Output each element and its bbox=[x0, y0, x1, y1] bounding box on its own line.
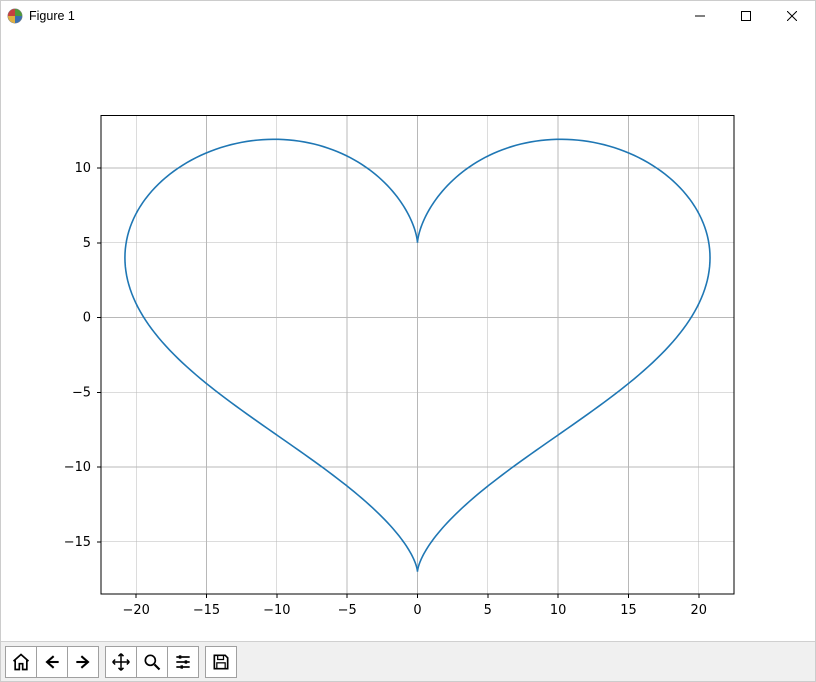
x-tick-label: 10 bbox=[550, 603, 566, 618]
forward-button[interactable] bbox=[67, 646, 99, 678]
x-tick-label: −20 bbox=[123, 603, 150, 618]
window-controls bbox=[677, 1, 815, 31]
maximize-button[interactable] bbox=[723, 1, 769, 31]
x-tick-label: 5 bbox=[484, 603, 492, 618]
x-tick-label: 20 bbox=[691, 603, 707, 618]
x-tick-label: −15 bbox=[193, 603, 220, 618]
x-tick-label: −5 bbox=[338, 603, 357, 618]
y-tick-label: −15 bbox=[64, 535, 91, 550]
x-tick-label: −10 bbox=[263, 603, 290, 618]
close-button[interactable] bbox=[769, 1, 815, 31]
save-button[interactable] bbox=[205, 646, 237, 678]
figure-window: Figure 1 −20 −15 −10 −5 0 5 10 15 20 −15 −10 −5 0 5 10 bbox=[0, 0, 816, 682]
home-button[interactable] bbox=[5, 646, 37, 678]
y-tick-label: −5 bbox=[72, 385, 91, 400]
window-title: Figure 1 bbox=[29, 9, 75, 23]
plot-area[interactable]: −20 −15 −10 −5 0 5 10 15 20 −15 −10 −5 0 5 10 bbox=[1, 31, 815, 641]
zoom-button[interactable] bbox=[136, 646, 168, 678]
minimize-button[interactable] bbox=[677, 1, 723, 31]
y-tick-label: −10 bbox=[64, 460, 91, 475]
navigation-toolbar bbox=[1, 641, 815, 681]
configure-button[interactable] bbox=[167, 646, 199, 678]
chart-canvas[interactable]: −20 −15 −10 −5 0 5 10 15 20 −15 −10 −5 0 5 10 bbox=[1, 31, 815, 641]
x-tick-label: 0 bbox=[413, 603, 421, 618]
pan-button[interactable] bbox=[105, 646, 137, 678]
y-tick-label: 5 bbox=[83, 236, 91, 251]
x-tick-label: 15 bbox=[620, 603, 636, 618]
app-icon bbox=[7, 8, 23, 24]
back-button[interactable] bbox=[36, 646, 68, 678]
title-bar: Figure 1 bbox=[1, 1, 815, 31]
y-tick-label: 0 bbox=[83, 311, 91, 326]
y-tick-label: 10 bbox=[75, 161, 91, 176]
